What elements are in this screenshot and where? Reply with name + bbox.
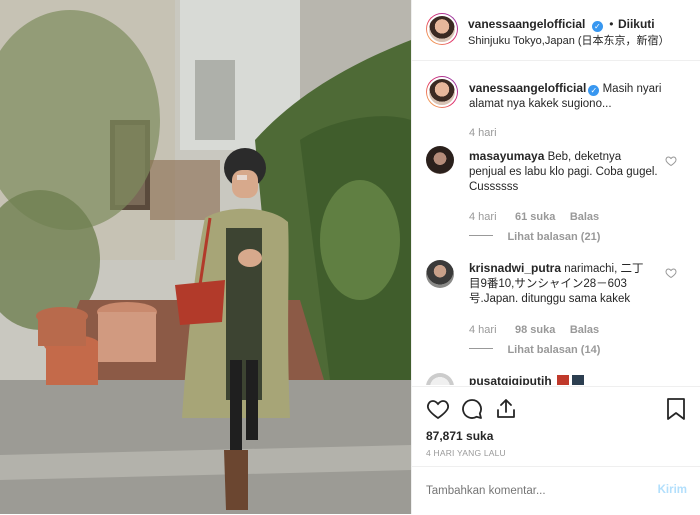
author-avatar[interactable] — [426, 13, 458, 45]
emoji-icon — [556, 375, 569, 385]
post-actions: 87,871 suka 4 HARI YANG LALU — [412, 386, 700, 462]
bookmark-icon[interactable] — [665, 397, 687, 421]
replies-line — [469, 235, 493, 237]
submit-comment-button[interactable]: Kirim — [658, 484, 687, 496]
comment-icon[interactable] — [460, 397, 484, 421]
verified-badge-icon: ✓ — [591, 21, 603, 32]
comment-body: masayumaya Beb, deketnya penjual es labu… — [469, 149, 659, 195]
comment-body: krisnadwi_putra narimachi, 二丁目9番10,サンシャイ… — [469, 261, 649, 307]
view-replies-label[interactable]: Lihat balasan (21) — [507, 231, 600, 243]
comment-username[interactable]: krisnadwi_putra — [469, 261, 561, 275]
post-location[interactable]: Shinjuku Tokyo,Japan (日本东京，新宿） — [468, 32, 670, 48]
post-date[interactable]: 4 HARI YANG LALU — [426, 448, 506, 458]
comment-avatar[interactable] — [426, 146, 454, 174]
heart-icon[interactable] — [426, 397, 450, 421]
author-username[interactable]: vanessaangelofficial — [468, 17, 585, 31]
comment-username[interactable]: masayumaya — [469, 149, 544, 163]
comment-composer: Kirim — [412, 466, 700, 515]
view-replies-toggle[interactable]: Lihat balasan (14) — [469, 340, 600, 358]
likes-count[interactable]: 87,871 suka — [426, 429, 493, 443]
caption-body: vanessaangelofficial ✓ Masih nyari alamat… — [469, 81, 669, 112]
comment-time[interactable]: 4 hari — [469, 324, 497, 336]
follow-status[interactable]: Diikuti — [618, 17, 655, 31]
comments-list: vanessaangelofficial ✓ Masih nyari alamat… — [412, 61, 700, 385]
view-replies-label[interactable]: Lihat balasan (14) — [507, 344, 600, 356]
caption-time[interactable]: 4 hari — [469, 127, 497, 139]
comment-reply-button[interactable]: Balas — [570, 324, 599, 336]
comment-username[interactable]: pusatgigiputih — [469, 374, 552, 385]
comment-like-heart-icon[interactable] — [665, 267, 677, 279]
share-icon[interactable] — [494, 397, 518, 421]
comment-meta: 4 hari 61 suka Balas — [469, 207, 599, 225]
replies-line — [469, 348, 493, 350]
comment-meta: 4 hari 98 suka Balas — [469, 320, 599, 338]
post-photo[interactable] — [0, 0, 411, 514]
comment-input[interactable] — [424, 480, 638, 502]
comment-reply-button[interactable]: Balas — [570, 211, 599, 223]
emoji-icon — [572, 375, 585, 385]
post-photo-image — [0, 0, 411, 514]
post-header: vanessaangelofficial ✓ • Diikuti Shinjuk… — [412, 0, 700, 61]
caption-avatar[interactable] — [426, 76, 458, 108]
comment-avatar[interactable] — [426, 373, 454, 385]
comment-avatar[interactable] — [426, 260, 454, 288]
comment-body: pusatgigiputih — [469, 374, 659, 385]
comment-time[interactable]: 4 hari — [469, 211, 497, 223]
separator-dot: • — [609, 17, 614, 31]
comment-like-count[interactable]: 61 suka — [515, 211, 555, 223]
comment-like-heart-icon[interactable] — [665, 155, 677, 167]
post-side-panel: vanessaangelofficial ✓ • Diikuti Shinjuk… — [411, 0, 700, 514]
comment-like-count[interactable]: 98 suka — [515, 324, 555, 336]
header-name-row: vanessaangelofficial ✓ • Diikuti — [468, 15, 655, 33]
view-replies-toggle[interactable]: Lihat balasan (21) — [469, 227, 600, 245]
verified-badge-icon: ✓ — [588, 85, 600, 96]
caption-username[interactable]: vanessaangelofficial — [469, 81, 586, 95]
